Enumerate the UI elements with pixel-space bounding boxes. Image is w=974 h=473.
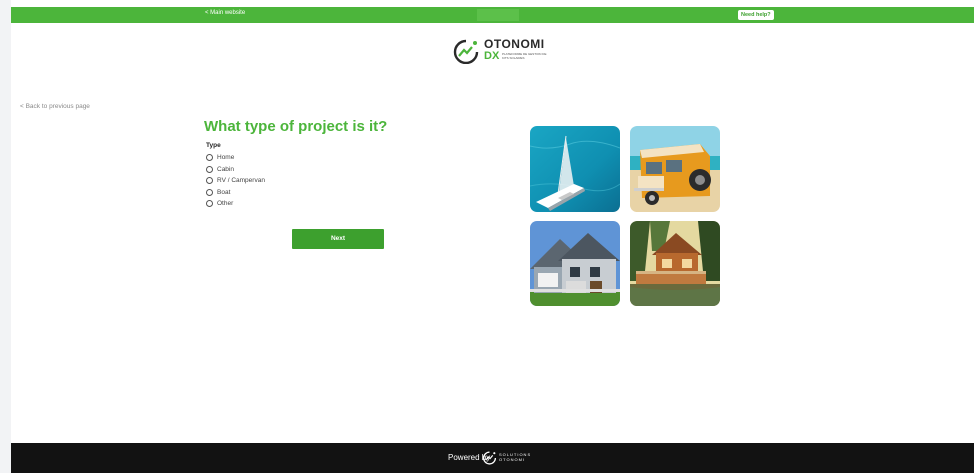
otonomi-logo-icon bbox=[453, 39, 479, 64]
radio-button[interactable] bbox=[206, 154, 213, 162]
project-type-question: What type of project is it? bbox=[204, 118, 388, 135]
top-bar-center-block bbox=[477, 9, 519, 21]
radio-button[interactable] bbox=[206, 188, 213, 196]
logo-subtitle: PLATEFORME DE GESTION DE KITS SOLAIRES bbox=[502, 52, 547, 60]
option-label: Home bbox=[217, 154, 235, 162]
campervan-image-tile[interactable] bbox=[630, 126, 720, 212]
option-boat[interactable]: Boat bbox=[206, 187, 265, 199]
footer: Powered by SOLUTIONS OTONOMI bbox=[11, 443, 974, 473]
house-image-tile[interactable] bbox=[530, 221, 620, 306]
radio-button[interactable] bbox=[206, 165, 213, 173]
cabin-image-tile[interactable] bbox=[630, 221, 720, 306]
option-label: Other bbox=[217, 200, 234, 208]
option-label: RV / Campervan bbox=[217, 177, 265, 185]
main-website-link[interactable]: < Main website bbox=[205, 10, 245, 16]
top-bar: < Main website Need help? bbox=[11, 7, 974, 23]
option-label: Cabin bbox=[217, 165, 234, 173]
logo-brand-text: OTONOMI bbox=[484, 37, 545, 51]
option-other[interactable]: Other bbox=[206, 198, 265, 210]
next-button[interactable]: Next bbox=[292, 229, 384, 249]
page-frame: < Main website Need help? OTONOMI DX PLA… bbox=[11, 0, 974, 473]
type-group-label: Type bbox=[206, 142, 221, 149]
option-label: Boat bbox=[217, 188, 231, 196]
radio-button[interactable] bbox=[206, 200, 213, 208]
option-home[interactable]: Home bbox=[206, 152, 265, 164]
footer-brand-line2: OTONOMI bbox=[499, 457, 526, 462]
boat-image-tile[interactable] bbox=[530, 126, 620, 212]
back-to-previous-link[interactable]: < Back to previous page bbox=[20, 103, 90, 110]
solutions-otonomi-logo-icon bbox=[483, 451, 497, 465]
option-cabin[interactable]: Cabin bbox=[206, 164, 265, 176]
option-rv-campervan[interactable]: RV / Campervan bbox=[206, 175, 265, 187]
otonomi-logo: OTONOMI DX PLATEFORME DE GESTION DE KITS… bbox=[452, 37, 562, 65]
project-type-radio-group: Home Cabin RV / Campervan Boat Other bbox=[206, 152, 265, 210]
footer-brand: SOLUTIONS OTONOMI bbox=[499, 452, 531, 462]
need-help-button[interactable]: Need help? bbox=[738, 10, 774, 20]
radio-button[interactable] bbox=[206, 177, 213, 185]
logo-dx-text: DX bbox=[484, 50, 500, 62]
